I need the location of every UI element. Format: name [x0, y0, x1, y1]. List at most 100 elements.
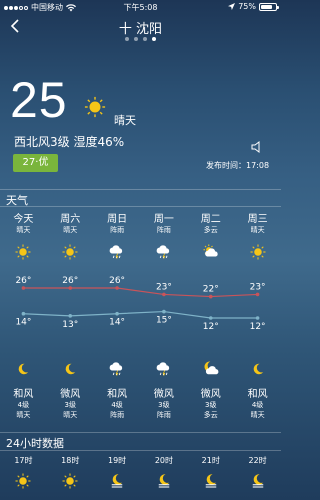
wind-label: 微风 — [153, 389, 174, 400]
divider — [0, 450, 281, 451]
battery-fill — [261, 4, 272, 9]
forecast-night[interactable]: 和风 4级晴天 — [3, 360, 43, 420]
low-temp-label: 15° — [156, 316, 172, 326]
forecast-day[interactable]: 周二 多云 — [191, 210, 231, 265]
wind-level: 3级 — [158, 401, 170, 409]
high-temp-point — [21, 286, 26, 290]
forecast-night[interactable]: 微风 3级 阵雨 — [144, 360, 184, 420]
rain-icon — [156, 245, 170, 259]
hour-item[interactable]: 17时 — [3, 455, 43, 494]
wind-level: 4级 — [251, 401, 264, 409]
rain-icon — [156, 362, 170, 376]
forecast-night[interactable]: 微风 3级多云 — [191, 360, 231, 420]
hour-label: 18时 — [61, 456, 80, 465]
moon-icon — [19, 363, 29, 375]
forecast-day[interactable]: 周三 晴天 — [238, 210, 278, 265]
wind-label: 微风 — [200, 389, 221, 400]
status-bar: 中国移动 下午5:08 75% — [0, 0, 281, 14]
wind-level: 3级 — [64, 401, 76, 409]
current-temperature: 25 — [10, 72, 68, 128]
forecast-night[interactable]: 和风 4级阵雨 — [97, 360, 137, 420]
page-dot[interactable] — [134, 37, 138, 41]
wind-level: 3级 — [205, 401, 217, 409]
low-temp-point — [162, 309, 166, 314]
wind-humidity: 西北风3级 湿度46% — [14, 135, 125, 149]
hour-label: 22时 — [248, 456, 267, 465]
hourly-title: 24小时数据 — [6, 437, 64, 450]
sun-icon — [62, 473, 78, 489]
cloud-moon-icon — [204, 361, 219, 375]
day-label: 周二 — [200, 214, 221, 225]
night-condition: 晴天 — [63, 411, 78, 419]
low-temp-line — [23, 310, 258, 319]
sun-icon — [62, 244, 78, 260]
wind-level: 4级 — [17, 401, 30, 409]
moon-icon — [65, 363, 76, 375]
day-condition: 阵雨 — [156, 226, 171, 234]
aqi-badge[interactable]: 27·优 — [13, 154, 58, 172]
divider — [0, 206, 281, 207]
day-label: 周六 — [60, 214, 81, 225]
forecast-day[interactable]: 周日 阵雨 — [97, 210, 137, 265]
wind-label: 微风 — [60, 389, 81, 400]
hour-item[interactable]: 18时 — [50, 455, 90, 494]
low-temp-point — [115, 311, 119, 316]
high-temp-point — [115, 286, 119, 290]
low-temp-label: 14° — [15, 318, 31, 328]
moon-fog-icon — [252, 474, 263, 488]
forecast-day[interactable]: 周六 晴天 — [50, 210, 90, 265]
low-temp-label: 12° — [250, 322, 266, 330]
low-temp-label: 12° — [203, 322, 219, 330]
rain-icon — [109, 245, 123, 259]
sun-icon — [15, 473, 31, 489]
low-temp-label: 13° — [62, 320, 78, 330]
sun-icon — [15, 244, 31, 260]
moon-fog-icon — [111, 474, 123, 488]
divider — [0, 189, 281, 190]
page-dot[interactable] — [143, 37, 147, 41]
night-condition: 多云 — [203, 411, 218, 419]
city-title[interactable]: 十 沈阳 — [0, 18, 281, 37]
wind-level: 4级 — [111, 401, 123, 409]
high-temp-point — [68, 286, 73, 290]
night-condition: 阵雨 — [110, 411, 125, 419]
high-temp-label: 26° — [15, 276, 31, 286]
low-temp-point — [21, 311, 26, 316]
page-indicator[interactable] — [0, 37, 281, 41]
low-temp-point — [255, 316, 260, 320]
wind-label: 和风 — [13, 389, 34, 400]
divider — [0, 432, 281, 433]
forecast-day[interactable]: 今天 晴天 — [3, 210, 43, 265]
day-condition: 多云 — [203, 226, 218, 234]
hour-item[interactable]: 22时 — [238, 455, 278, 494]
speaker-icon[interactable] — [250, 140, 264, 154]
hour-item[interactable]: 19时 — [97, 455, 137, 494]
cloud-sun-icon — [203, 244, 218, 257]
hour-label: 20时 — [154, 456, 173, 465]
moon-fog-icon — [158, 474, 170, 488]
day-condition: 晴天 — [16, 226, 31, 234]
forecast-night[interactable]: 和风 4级 晴天 — [238, 360, 278, 420]
high-temp-point — [208, 294, 213, 299]
high-temp-label: 22° — [203, 285, 219, 295]
rain-icon — [109, 362, 123, 376]
night-condition: 晴天 — [16, 411, 31, 419]
low-temp-point — [68, 314, 73, 318]
hour-label: 17时 — [14, 456, 33, 465]
sun-icon — [250, 244, 266, 260]
hour-item[interactable]: 21时 — [191, 455, 231, 494]
day-condition: 阵雨 — [110, 226, 125, 234]
high-temp-label: 23° — [250, 282, 266, 292]
moon-icon — [253, 363, 263, 375]
day-label: 今天 — [13, 214, 34, 225]
battery-group: 75% — [228, 2, 279, 11]
high-temp-point — [162, 292, 166, 297]
location-arrow-icon — [228, 3, 236, 10]
forecast-day[interactable]: 周一 阵雨 — [144, 210, 184, 265]
page-dot[interactable] — [125, 37, 129, 41]
hour-item[interactable]: 20时 — [144, 455, 184, 494]
page-dot[interactable] — [152, 37, 156, 41]
forecast-night[interactable]: 微风 3级晴天 — [50, 360, 90, 420]
battery-icon — [259, 2, 279, 11]
wind-label: 和风 — [107, 389, 128, 400]
